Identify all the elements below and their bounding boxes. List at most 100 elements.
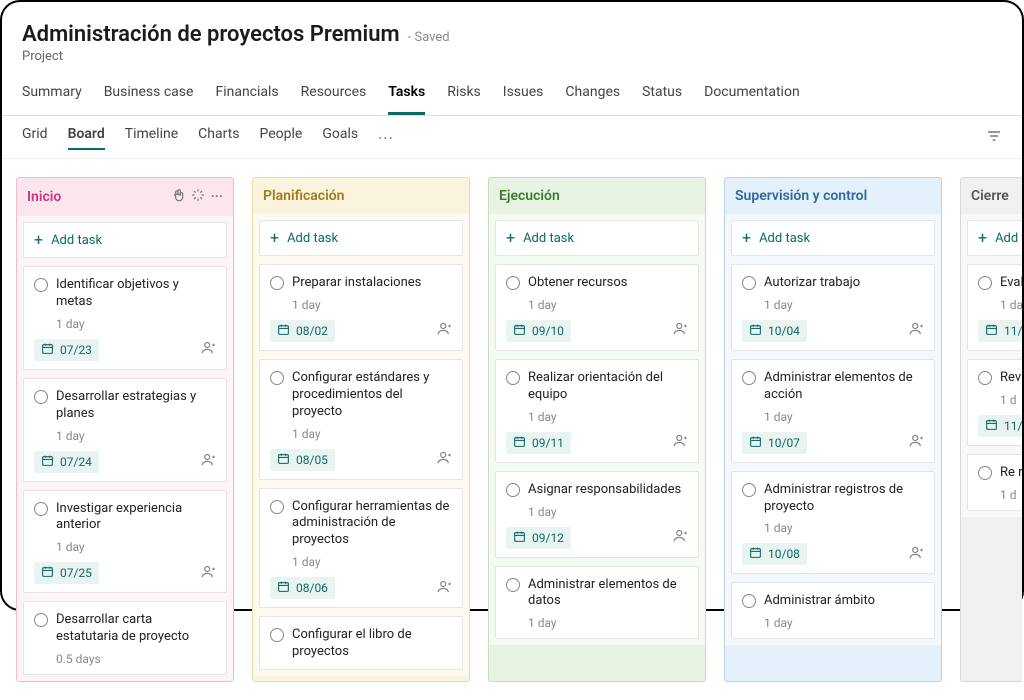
sparkle-icon[interactable] bbox=[191, 188, 205, 206]
task-complete-radio[interactable] bbox=[506, 276, 520, 290]
task-complete-radio[interactable] bbox=[506, 578, 520, 592]
task-date[interactable]: 09/11 bbox=[506, 432, 571, 454]
filter-icon[interactable] bbox=[986, 128, 1002, 148]
task-card[interactable]: Configurar herramientas de administració… bbox=[259, 488, 463, 609]
main-tab-financials[interactable]: Financials bbox=[215, 84, 278, 115]
task-card[interactable]: Identificar objetivos y metas1 day07/23 bbox=[23, 266, 227, 370]
task-date[interactable]: 11/ bbox=[978, 415, 1022, 437]
task-complete-radio[interactable] bbox=[506, 483, 520, 497]
task-card[interactable]: Configurar el libro de proyectos bbox=[259, 616, 463, 670]
assign-user-icon[interactable] bbox=[437, 321, 452, 340]
task-duration: 1 d bbox=[1000, 488, 1022, 502]
assign-user-icon[interactable] bbox=[909, 321, 924, 340]
assign-user-icon[interactable] bbox=[201, 452, 216, 471]
main-tab-risks[interactable]: Risks bbox=[447, 84, 481, 115]
assign-user-icon[interactable] bbox=[201, 340, 216, 359]
task-complete-radio[interactable] bbox=[270, 500, 284, 514]
sub-tab-board[interactable]: Board bbox=[68, 126, 105, 150]
task-duration: 1 day bbox=[292, 298, 452, 312]
task-card[interactable]: Administrar elementos de acción1 day10/0… bbox=[731, 359, 935, 463]
sub-tab-goals[interactable]: Goals bbox=[322, 126, 358, 150]
task-complete-radio[interactable] bbox=[742, 483, 756, 497]
column-header-actions: ··· bbox=[171, 188, 223, 206]
add-task-button[interactable]: +Add task bbox=[259, 220, 463, 256]
task-complete-radio[interactable] bbox=[34, 502, 48, 516]
task-card[interactable]: Realizar orientación del equipo1 day09/1… bbox=[495, 359, 699, 463]
assign-user-icon[interactable] bbox=[673, 528, 688, 547]
main-tab-resources[interactable]: Resources bbox=[301, 84, 367, 115]
assign-user-icon[interactable] bbox=[201, 564, 216, 583]
assign-user-icon[interactable] bbox=[673, 433, 688, 452]
main-tab-summary[interactable]: Summary bbox=[22, 84, 82, 115]
assign-user-icon[interactable] bbox=[909, 433, 924, 452]
task-date[interactable]: 07/25 bbox=[34, 562, 99, 584]
assign-user-icon[interactable] bbox=[437, 450, 452, 469]
task-complete-radio[interactable] bbox=[978, 371, 992, 385]
task-card[interactable]: Desarrollar estrategias y planes1 day07/… bbox=[23, 378, 227, 482]
task-date[interactable]: 10/07 bbox=[742, 432, 807, 454]
task-card[interactable]: Obtener recursos1 day09/10 bbox=[495, 264, 699, 351]
task-complete-radio[interactable] bbox=[742, 276, 756, 290]
main-tab-business-case[interactable]: Business case bbox=[104, 84, 194, 115]
add-task-button[interactable]: +Add task bbox=[731, 220, 935, 256]
column-more-icon[interactable]: ··· bbox=[211, 189, 223, 205]
task-date[interactable]: 10/08 bbox=[742, 543, 807, 565]
task-date[interactable]: 10/04 bbox=[742, 320, 807, 342]
assign-user-icon[interactable] bbox=[437, 579, 452, 598]
task-card[interactable]: Evaluar1 day11/ bbox=[967, 264, 1022, 351]
task-date[interactable]: 07/23 bbox=[34, 339, 99, 361]
main-tab-documentation[interactable]: Documentation bbox=[704, 84, 800, 115]
task-date[interactable]: 07/24 bbox=[34, 451, 99, 473]
task-card[interactable]: Investigar experiencia anterior1 day07/2… bbox=[23, 490, 227, 594]
main-tab-tasks[interactable]: Tasks bbox=[388, 84, 425, 115]
task-date[interactable]: 08/02 bbox=[270, 320, 335, 342]
main-tab-status[interactable]: Status bbox=[642, 84, 682, 115]
task-complete-radio[interactable] bbox=[270, 276, 284, 290]
task-title: Revisar progreso aprobado bbox=[1000, 370, 1022, 387]
add-task-button[interactable]: +Add task bbox=[23, 222, 227, 258]
task-complete-radio[interactable] bbox=[978, 466, 992, 480]
hand-icon[interactable] bbox=[171, 188, 185, 206]
sub-tab-charts[interactable]: Charts bbox=[198, 126, 239, 150]
task-complete-radio[interactable] bbox=[506, 371, 520, 385]
task-card[interactable]: Revisar progreso aprobado1 d11/ bbox=[967, 359, 1022, 446]
task-date[interactable]: 09/10 bbox=[506, 320, 571, 342]
task-complete-radio[interactable] bbox=[270, 371, 284, 385]
main-tab-changes[interactable]: Changes bbox=[565, 84, 620, 115]
task-duration: 1 day bbox=[56, 429, 216, 443]
task-complete-radio[interactable] bbox=[34, 390, 48, 404]
sub-tabs-more-icon[interactable]: ··· bbox=[378, 129, 394, 148]
task-card[interactable]: Asignar responsabilidades1 day09/12 bbox=[495, 471, 699, 558]
column-header: Ejecución bbox=[489, 178, 705, 214]
task-complete-radio[interactable] bbox=[34, 278, 48, 292]
task-title: Configurar herramientas de administració… bbox=[292, 499, 452, 550]
sub-tab-timeline[interactable]: Timeline bbox=[125, 126, 178, 150]
task-complete-radio[interactable] bbox=[270, 628, 284, 642]
task-date-text: 11/ bbox=[1004, 324, 1022, 338]
task-complete-radio[interactable] bbox=[34, 613, 48, 627]
main-tab-issues[interactable]: Issues bbox=[503, 84, 544, 115]
task-date[interactable]: 08/06 bbox=[270, 577, 335, 599]
add-task-button[interactable]: +Add task bbox=[495, 220, 699, 256]
task-date[interactable]: 11/ bbox=[978, 320, 1022, 342]
task-complete-radio[interactable] bbox=[742, 371, 756, 385]
sub-tab-people[interactable]: People bbox=[260, 126, 303, 150]
column-planificacion: Planificación+Add taskPreparar instalaci… bbox=[252, 177, 470, 682]
task-complete-radio[interactable] bbox=[742, 594, 756, 608]
task-card[interactable]: Autorizar trabajo1 day10/04 bbox=[731, 264, 935, 351]
task-complete-radio[interactable] bbox=[978, 276, 992, 290]
task-card[interactable]: Administrar registros de proyecto1 day10… bbox=[731, 471, 935, 575]
task-card[interactable]: Administrar elementos de datos1 day bbox=[495, 566, 699, 640]
column-body: +Add taskAutorizar trabajo1 day10/04Admi… bbox=[725, 214, 941, 645]
task-card[interactable]: Configurar estándares y procedimientos d… bbox=[259, 359, 463, 480]
task-card[interactable]: Desarrollar carta estatutaria de proyect… bbox=[23, 601, 227, 675]
task-date[interactable]: 08/05 bbox=[270, 449, 335, 471]
task-card[interactable]: Re rendimiento1 d bbox=[967, 454, 1022, 511]
assign-user-icon[interactable] bbox=[909, 545, 924, 564]
add-task-button[interactable]: +Add task bbox=[967, 220, 1022, 256]
task-card[interactable]: Preparar instalaciones1 day08/02 bbox=[259, 264, 463, 351]
sub-tab-grid[interactable]: Grid bbox=[22, 126, 48, 150]
task-date-text: 09/10 bbox=[532, 324, 564, 338]
assign-user-icon[interactable] bbox=[673, 321, 688, 340]
task-date[interactable]: 09/12 bbox=[506, 527, 571, 549]
